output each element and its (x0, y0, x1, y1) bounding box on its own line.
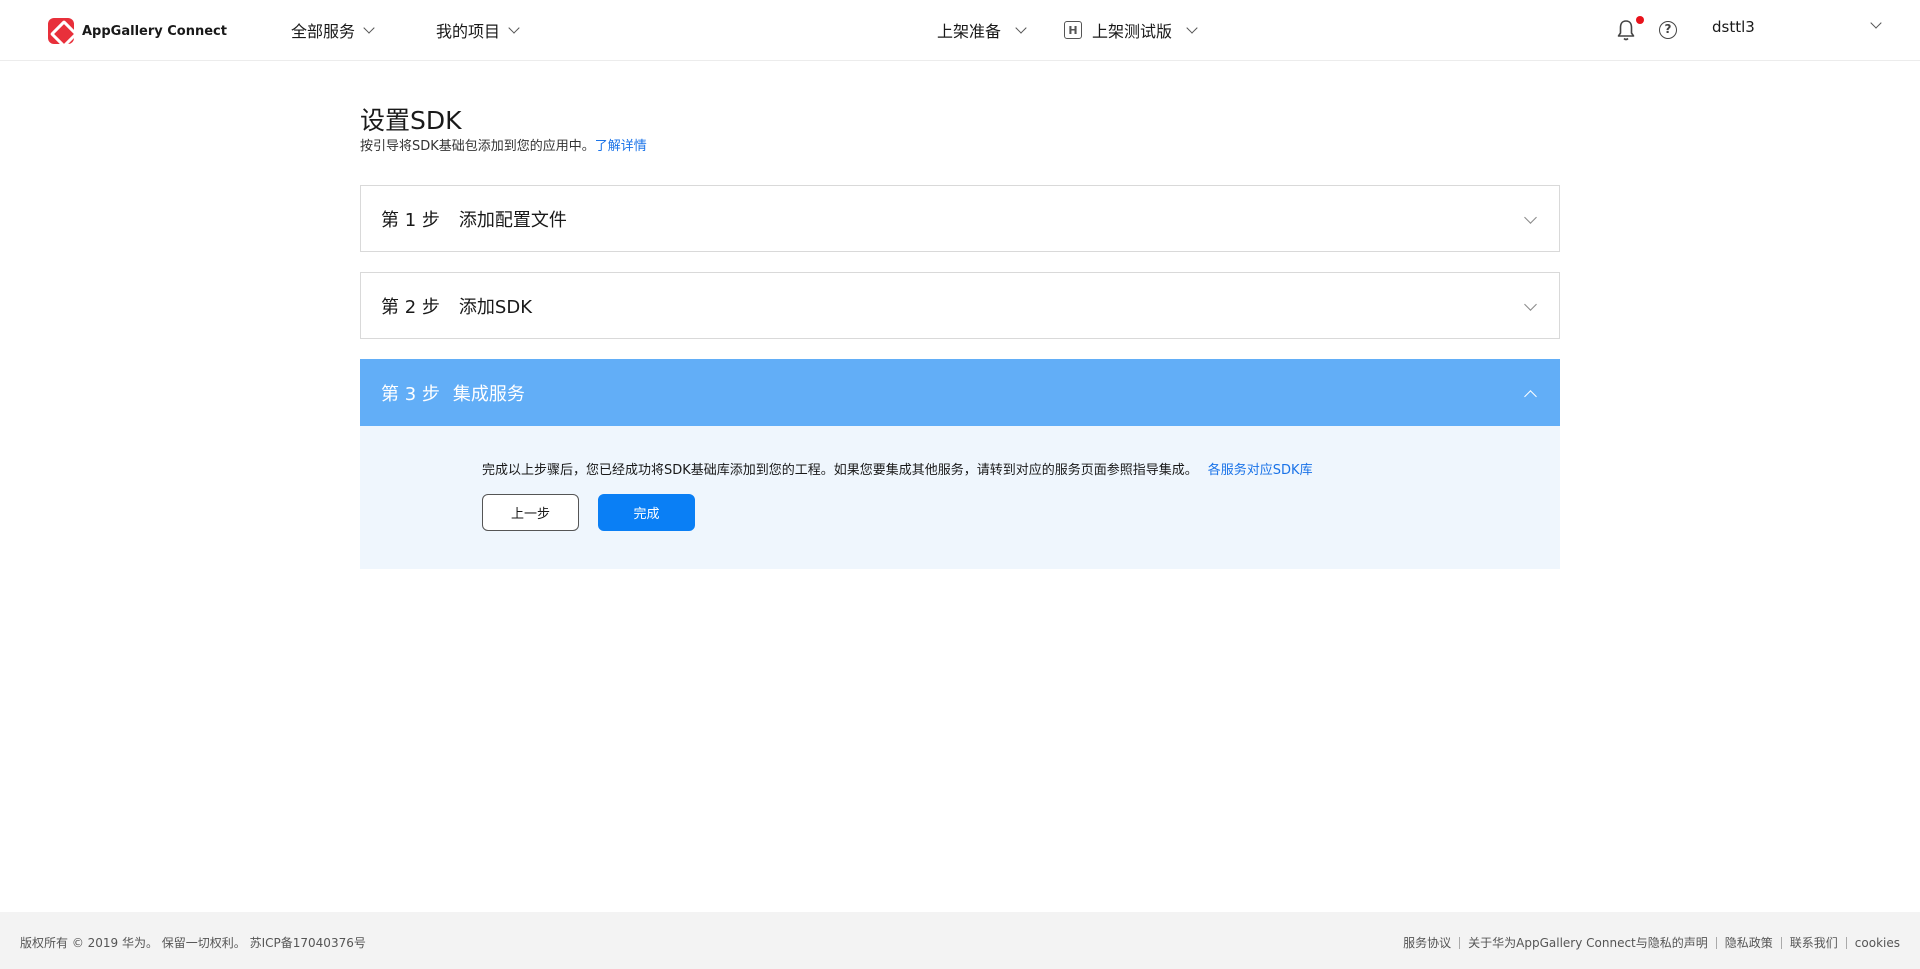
step-2-header[interactable]: 第 2 步 添加SDK (360, 272, 1560, 339)
subtitle-text: 按引导将SDK基础包添加到您的应用中。 (360, 139, 595, 154)
footer-link-cookies[interactable]: cookies (1855, 936, 1900, 950)
step-number: 第 3 步 (381, 383, 440, 405)
nav-release-prep-label: 上架准备 (937, 22, 1002, 41)
copyright-text: 版权所有 © 2019 华为。 保留一切权利。 苏ICP备17040376号 (20, 936, 366, 950)
chevron-down-icon (1524, 298, 1537, 311)
chevron-down-icon (1186, 21, 1198, 34)
appgallery-logo-icon (48, 18, 74, 44)
nav-test-version[interactable]: H 上架测试版 (1064, 18, 1198, 42)
help-icon[interactable]: ? (1659, 21, 1677, 39)
done-button[interactable]: 完成 (598, 494, 695, 531)
learn-more-link[interactable]: 了解详情 (595, 139, 647, 154)
username[interactable]: dsttl3 (1712, 18, 1755, 36)
page-title: 设置SDK (360, 106, 462, 135)
step-number: 第 2 步 (381, 296, 440, 318)
sdk-library-link[interactable]: 各服务对应SDK库 (1208, 463, 1313, 478)
chevron-down-icon (1015, 21, 1027, 34)
chevron-down-icon (1524, 211, 1537, 224)
footer-link-contact-us[interactable]: 联系我们 (1790, 934, 1838, 951)
chevron-up-icon (1524, 390, 1537, 403)
chevron-down-icon (363, 21, 375, 34)
brand-name: AppGallery Connect (82, 23, 227, 39)
footer-link-privacy-statement[interactable]: 关于华为AppGallery Connect与隐私的声明 (1468, 934, 1708, 951)
page-subtitle: 按引导将SDK基础包添加到您的应用中。了解详情 (360, 135, 647, 154)
nav-my-projects-label: 我的项目 (436, 22, 501, 41)
panel-description: 完成以上步骤后，您已经成功将SDK基础库添加到您的工程。如果您要集成其他服务，请… (482, 459, 1313, 478)
nav-all-services-label: 全部服务 (291, 22, 356, 41)
nav-test-version-label: 上架测试版 (1092, 22, 1173, 41)
step-title: 添加SDK (458, 296, 532, 318)
panel-text: 完成以上步骤后，您已经成功将SDK基础库添加到您的工程。如果您要集成其他服务，请… (482, 463, 1198, 478)
step-title: 添加配置文件 (458, 209, 567, 231)
nav-all-services[interactable]: 全部服务 (291, 18, 375, 42)
brand[interactable]: AppGallery Connect (48, 18, 227, 44)
footer-link-privacy-policy[interactable]: 隐私政策 (1725, 934, 1773, 951)
step-title: 集成服务 (452, 383, 525, 405)
top-nav-bar: AppGallery Connect 全部服务 我的项目 上架准备 H 上架测试… (0, 0, 1920, 61)
chevron-down-icon (508, 21, 520, 34)
footer-divider (1459, 936, 1461, 949)
footer-divider (1715, 936, 1717, 949)
nav-my-projects[interactable]: 我的项目 (436, 18, 520, 42)
footer: 版权所有 © 2019 华为。 保留一切权利。 苏ICP备17040376号 服… (0, 912, 1920, 969)
notification-dot (1636, 16, 1644, 24)
chevron-down-icon[interactable] (1870, 17, 1882, 29)
footer-divider (1780, 936, 1782, 949)
step-3-header[interactable]: 第 3 步 集成服务 (360, 359, 1560, 426)
bell-icon[interactable] (1617, 19, 1635, 41)
step-3-panel: 完成以上步骤后，您已经成功将SDK基础库添加到您的工程。如果您要集成其他服务，请… (360, 426, 1560, 569)
footer-links: 服务协议 关于华为AppGallery Connect与隐私的声明 隐私政策 联… (1403, 934, 1900, 951)
step-1-header[interactable]: 第 1 步 添加配置文件 (360, 185, 1560, 252)
footer-divider (1845, 936, 1847, 949)
step-number: 第 1 步 (381, 209, 440, 231)
h-badge-icon: H (1064, 21, 1082, 39)
footer-link-service-agreement[interactable]: 服务协议 (1403, 934, 1451, 951)
nav-release-prep[interactable]: 上架准备 (937, 18, 1027, 42)
previous-step-button[interactable]: 上一步 (482, 494, 579, 531)
